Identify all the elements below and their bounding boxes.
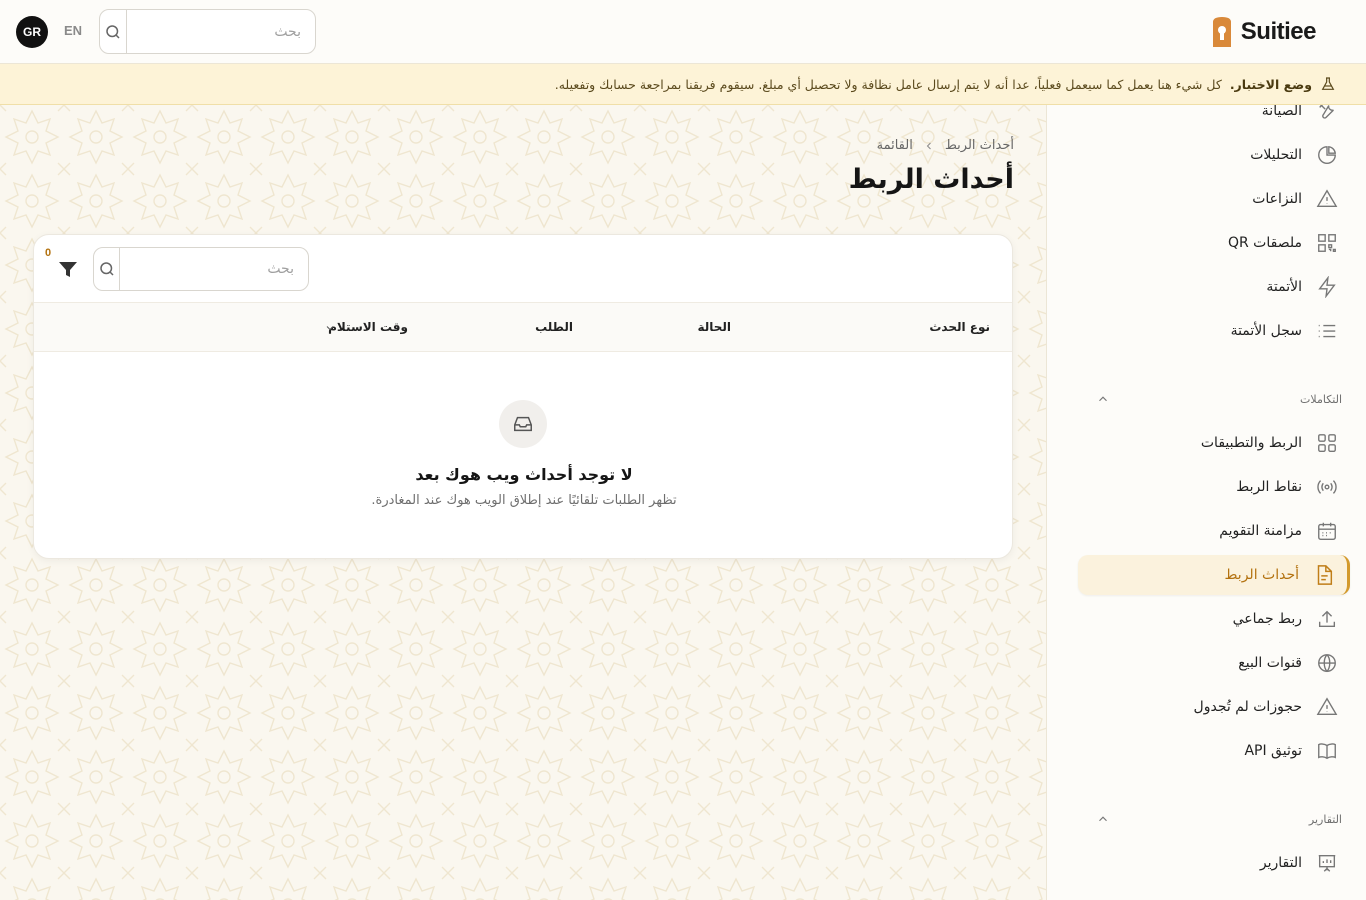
- document-icon: [1317, 565, 1333, 585]
- breadcrumb: أحداث الربط القائمة: [877, 138, 1014, 153]
- breadcrumb-item-list[interactable]: القائمة: [877, 138, 913, 153]
- sidebar-item-label: التحليلات: [1250, 147, 1302, 163]
- column-status[interactable]: الحالة: [697, 320, 731, 334]
- user-avatar[interactable]: GR: [16, 16, 48, 48]
- keyhole-logo-icon: [1212, 17, 1231, 47]
- column-request[interactable]: الطلب: [535, 320, 573, 334]
- sidebar-item-endpoints[interactable]: نقاط الربط: [1078, 467, 1350, 507]
- empty-state-subtitle: تظهر الطلبات تلقائيًا عند إطلاق الويب هو…: [371, 493, 677, 508]
- sidebar-item-label: ملصقات QR: [1227, 235, 1302, 251]
- sidebar-item-integrations-apps[interactable]: الربط والتطبيقات: [1078, 423, 1350, 463]
- sidebar-item-qr-labels[interactable]: ملصقات QR: [1078, 223, 1350, 263]
- section-integrations[interactable]: التكاملات: [1082, 389, 1342, 409]
- upload-icon: [1318, 610, 1336, 628]
- global-search: [99, 9, 316, 54]
- wrench-icon: [1319, 105, 1334, 119]
- table-header: نوع الحدث الحالة الطلب وقت الاستلام: [34, 302, 1012, 352]
- search-icon[interactable]: [100, 10, 127, 53]
- breadcrumb-item-webhook-events[interactable]: أحداث الربط: [945, 138, 1014, 153]
- webhook-events-table-card: 0 نوع الحدث الحالة الطلب وقت الاستلام لا…: [33, 234, 1013, 559]
- sidebar-item-label: الصيانة: [1261, 105, 1302, 119]
- sort-chevron-down-icon[interactable]: [324, 322, 336, 334]
- sidebar-item-label: الربط والتطبيقات: [1200, 435, 1302, 451]
- sidebar-item-label: مزامنة التقويم: [1219, 523, 1302, 539]
- presentation-chart-icon: [1318, 854, 1336, 872]
- sidebar-item-unscheduled-bookings[interactable]: حجوزات لم تُجدول: [1078, 687, 1350, 727]
- sidebar-item-reports[interactable]: التقارير: [1078, 843, 1350, 883]
- test-mode-banner: وضع الاختبار. كل شيء هنا يعمل كما سيعمل …: [0, 64, 1366, 105]
- banner-title: وضع الاختبار.: [1229, 76, 1312, 92]
- sidebar-item-webhook-events[interactable]: أحداث الربط: [1078, 555, 1350, 595]
- warning-icon: [1316, 697, 1338, 716]
- empty-state-title: لا توجد أحداث ويب هوك بعد: [415, 465, 633, 484]
- chevron-up-icon: [1099, 396, 1107, 402]
- sidebar: الصيانة التحليلات النزاعات ملصقات QR الأ…: [1046, 105, 1366, 900]
- global-search-input[interactable]: [127, 10, 315, 53]
- sidebar-item-label: سجل الأتمتة: [1230, 323, 1302, 339]
- brand-logo[interactable]: Suitiee: [1209, 16, 1317, 48]
- filter-count-badge: 0: [45, 247, 52, 259]
- sidebar-item-label: نقاط الربط: [1236, 479, 1302, 495]
- brand-name: Suitiee: [1240, 18, 1317, 45]
- search-icon[interactable]: [94, 248, 120, 290]
- sidebar-item-calendar-sync[interactable]: مزامنة التقويم: [1078, 511, 1350, 551]
- sidebar-item-maintenance[interactable]: الصيانة: [1078, 105, 1350, 131]
- calendar-icon: [1318, 522, 1336, 540]
- sidebar-item-label: أحداث الربط: [1224, 567, 1299, 583]
- lightning-icon: [1318, 276, 1336, 298]
- table-search: [93, 247, 309, 291]
- column-event-type[interactable]: نوع الحدث: [929, 320, 990, 334]
- sidebar-item-label: التقارير: [1259, 855, 1302, 871]
- globe-icon: [1318, 654, 1336, 673]
- sidebar-item-disputes[interactable]: النزاعات: [1078, 179, 1350, 219]
- sidebar-item-automation-log[interactable]: سجل الأتمتة: [1078, 311, 1350, 351]
- sidebar-item-label: توثيق API: [1244, 743, 1302, 759]
- top-header: Suitiee GR EN: [0, 0, 1366, 64]
- sidebar-item-label: قنوات البيع: [1238, 655, 1302, 671]
- pie-chart-icon: [1318, 145, 1337, 164]
- section-reports[interactable]: التقارير: [1082, 809, 1342, 829]
- section-label: التقارير: [1308, 812, 1342, 826]
- chevron-left-icon: [926, 142, 931, 149]
- warning-icon: [1316, 189, 1338, 208]
- sidebar-item-sales-channels[interactable]: قنوات البيع: [1078, 643, 1350, 683]
- column-received-at[interactable]: وقت الاستلام: [328, 320, 408, 334]
- language-toggle[interactable]: EN: [64, 23, 82, 38]
- inbox-icon: [499, 400, 547, 448]
- banner-message: كل شيء هنا يعمل كما سيعمل فعلياً، عدا أن…: [554, 76, 1222, 92]
- grid-icon: [1318, 434, 1336, 452]
- filter-icon[interactable]: [56, 257, 80, 281]
- sidebar-item-label: ربط جماعي: [1232, 611, 1302, 627]
- sidebar-item-api-docs[interactable]: توثيق API: [1078, 731, 1350, 771]
- book-icon: [1318, 743, 1336, 760]
- chevron-up-icon: [1099, 816, 1107, 822]
- flask-icon: [1321, 77, 1335, 90]
- sidebar-item-label: حجوزات لم تُجدول: [1193, 699, 1302, 715]
- sidebar-item-bulk-import[interactable]: ربط جماعي: [1078, 599, 1350, 639]
- sidebar-item-automation[interactable]: الأتمتة: [1078, 267, 1350, 307]
- page-title: أحداث الربط: [848, 164, 1014, 195]
- table-search-input[interactable]: [120, 248, 308, 290]
- qr-code-icon: [1318, 234, 1336, 252]
- sidebar-item-analytics[interactable]: التحليلات: [1078, 135, 1350, 175]
- sidebar-item-label: النزاعات: [1252, 191, 1302, 207]
- list-icon: [1318, 324, 1336, 338]
- sidebar-item-label: الأتمتة: [1266, 279, 1302, 295]
- section-label: التكاملات: [1300, 392, 1342, 406]
- broadcast-icon: [1317, 480, 1337, 494]
